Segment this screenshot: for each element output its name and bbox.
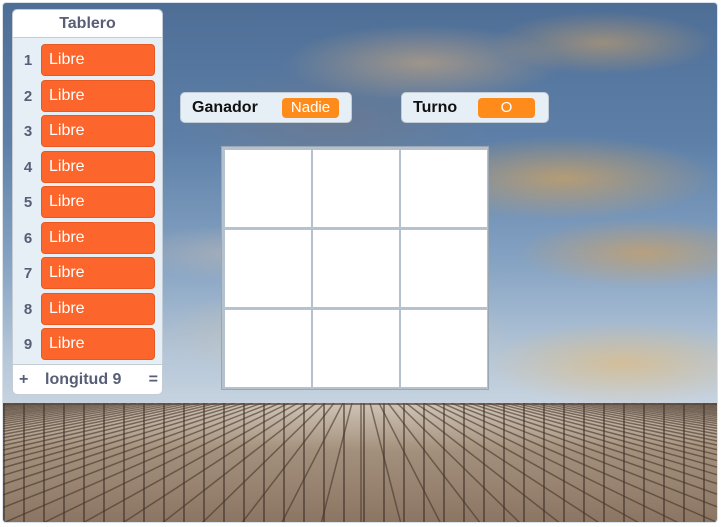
list-item-value[interactable]: Libre — [41, 115, 155, 147]
list-title: Tablero — [13, 10, 162, 38]
list-item: 8 Libre — [13, 292, 164, 326]
list-item-value[interactable]: Libre — [41, 292, 155, 325]
list-item-value[interactable]: Libre — [41, 328, 155, 360]
list-item: 7 Libre — [13, 257, 164, 290]
board-cell[interactable] — [313, 150, 399, 227]
list-item-index: 8 — [23, 300, 33, 318]
list-item-index: 2 — [23, 87, 33, 105]
list-item-value[interactable]: Libre — [41, 186, 155, 218]
list-footer: + longitud 9 = — [13, 364, 162, 394]
board-cell[interactable] — [401, 230, 487, 307]
board-cell[interactable] — [401, 310, 487, 387]
list-monitor-tablero[interactable]: Tablero 1 Libre 2 Libre 3 Libre 4 Libre … — [12, 9, 163, 395]
variable-label: Ganador — [192, 99, 258, 116]
add-item-button[interactable]: + — [19, 371, 28, 389]
list-item-index: 7 — [23, 265, 33, 282]
list-item-value[interactable]: Libre — [41, 221, 155, 254]
list-item-index: 3 — [23, 123, 33, 140]
list-item: 3 Libre — [13, 115, 164, 148]
list-item-value[interactable]: Libre — [41, 44, 155, 76]
board-cell[interactable] — [401, 150, 487, 227]
list-item-index: 1 — [23, 52, 33, 69]
list-item-value[interactable]: Libre — [41, 150, 155, 183]
variable-monitor-turno: Turno O — [401, 92, 549, 123]
list-length-label: longitud 9 — [45, 371, 122, 388]
board-cell[interactable] — [313, 230, 399, 307]
variable-value: Nadie — [282, 98, 339, 118]
wooden-floor-backdrop — [3, 403, 717, 522]
variable-monitor-ganador: Ganador Nadie — [180, 92, 352, 123]
stage[interactable]: Tablero 1 Libre 2 Libre 3 Libre 4 Libre … — [2, 2, 718, 523]
list-item: 9 Libre — [13, 328, 164, 361]
variable-label: Turno — [413, 99, 458, 116]
list-item-value[interactable]: Libre — [41, 79, 155, 112]
variable-value: O — [478, 98, 535, 118]
list-item: 1 Libre — [13, 44, 164, 77]
resize-handle[interactable]: = — [149, 371, 158, 389]
list-item-index: 6 — [23, 229, 33, 247]
board-cell[interactable] — [225, 230, 311, 307]
board-cell[interactable] — [225, 310, 311, 387]
list-item-index: 4 — [23, 158, 33, 176]
list-item: 4 Libre — [13, 150, 164, 184]
list-item: 6 Libre — [13, 221, 164, 255]
list-item-index: 9 — [23, 336, 33, 353]
list-item-index: 5 — [23, 194, 33, 211]
board-cell[interactable] — [313, 310, 399, 387]
tic-tac-toe-board — [221, 146, 489, 390]
list-item-value[interactable]: Libre — [41, 257, 155, 289]
list-item: 2 Libre — [13, 79, 164, 113]
list-item: 5 Libre — [13, 186, 164, 219]
board-cell[interactable] — [225, 150, 311, 227]
floor-planks — [3, 403, 717, 522]
